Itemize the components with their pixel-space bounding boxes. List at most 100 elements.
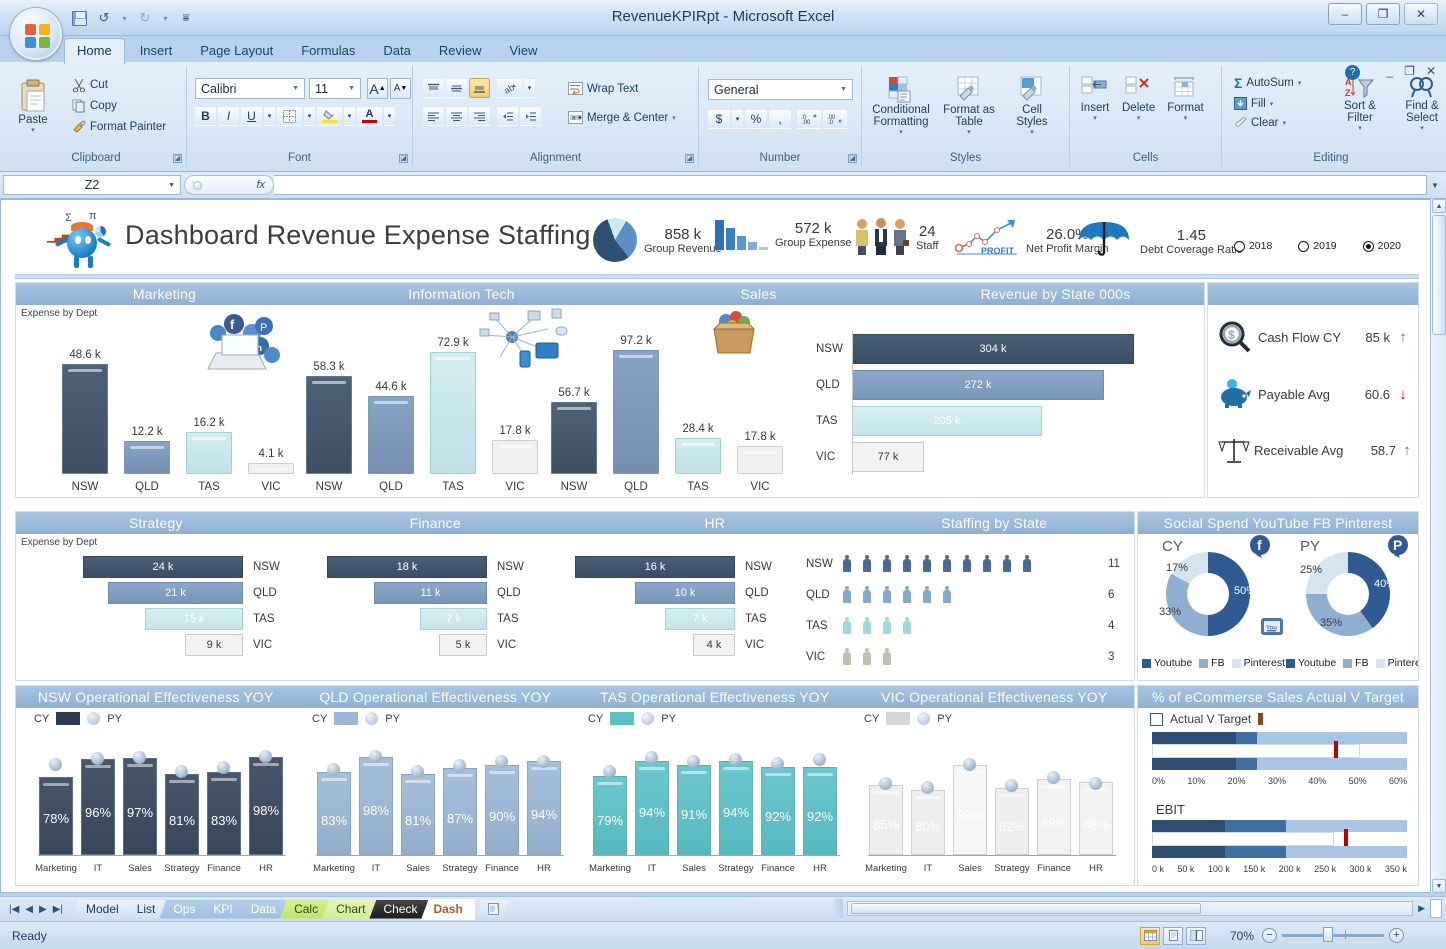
sheet-tab-dash[interactable]: Dash <box>421 898 475 920</box>
insert-function-button[interactable]: fx <box>184 175 274 195</box>
wrap-text-button[interactable]: Wrap Text <box>568 82 638 95</box>
page-layout-view-button[interactable] <box>1163 926 1183 945</box>
alignment-dialog-launcher[interactable]: ◪ <box>685 154 694 163</box>
normal-view-button[interactable] <box>1140 926 1160 945</box>
cf-dropdown-icon[interactable]: ▾ <box>899 128 903 136</box>
page-break-preview-button[interactable] <box>1186 926 1206 945</box>
borders-button[interactable] <box>277 106 302 126</box>
align-left-button[interactable] <box>423 106 444 126</box>
cut-button[interactable]: Cut <box>72 78 166 92</box>
sheet-tab-kpi[interactable]: KPI <box>199 900 243 919</box>
orientation-button[interactable]: ab <box>497 78 522 98</box>
zoom-knob[interactable] <box>1322 927 1333 942</box>
zoom-slider[interactable]: − + <box>1262 927 1404 943</box>
font-color-button[interactable]: A <box>357 106 382 126</box>
redo-dropdown-icon[interactable]: ▾ <box>159 8 172 28</box>
format-painter-button[interactable]: Format Painter <box>72 120 166 134</box>
font-dialog-launcher[interactable]: ◪ <box>399 154 408 163</box>
format-as-table-button[interactable]: Format as Table ▾ <box>938 76 1000 136</box>
shrink-font-button[interactable]: A ▼ <box>390 78 411 99</box>
legend-checkbox-icon[interactable] <box>1150 712 1163 726</box>
clipboard-dialog-launcher[interactable]: ◪ <box>173 154 182 163</box>
font-family-select[interactable]: Calibri ▼ <box>195 78 305 99</box>
sort-filter-button[interactable]: AZ Sort & Filter ▾ <box>1336 76 1384 132</box>
decrease-indent-button[interactable] <box>497 106 518 126</box>
align-top-button[interactable] <box>423 78 444 98</box>
underline-button[interactable]: U <box>241 106 262 126</box>
increase-decimal-button[interactable]: .0.00 <box>797 109 821 129</box>
merge-center-button[interactable]: a Merge & Center ▾ <box>568 111 676 124</box>
merge-center-dropdown-icon[interactable]: ▾ <box>672 114 676 122</box>
restore-button[interactable]: ❐ <box>1366 3 1400 25</box>
orientation-dropdown-icon[interactable]: ▾ <box>524 78 535 98</box>
autosum-dropdown-icon[interactable]: ▾ <box>1298 79 1302 87</box>
align-middle-button[interactable] <box>446 78 467 98</box>
fat-dropdown-icon[interactable]: ▾ <box>967 128 971 136</box>
undo-icon[interactable]: ↺ <box>93 8 115 28</box>
tab-insert[interactable]: Insert <box>127 39 186 63</box>
paste-button[interactable]: Paste ▾ <box>16 78 50 134</box>
customize-qat-icon[interactable]: ⩸ <box>175 8 197 28</box>
office-button[interactable] <box>10 8 62 60</box>
format-cells-button[interactable]: Format ▾ <box>1167 76 1204 122</box>
copy-button[interactable]: Copy <box>72 99 166 113</box>
radio-2018[interactable]: 2018 <box>1233 240 1272 252</box>
italic-button[interactable]: I <box>218 106 239 126</box>
number-format-select[interactable]: General ▼ <box>708 79 853 100</box>
fill-color-button[interactable] <box>317 106 342 126</box>
grow-font-button[interactable]: A ▲ <box>367 78 388 99</box>
formula-input[interactable] <box>274 175 1427 195</box>
insert-worksheet-button[interactable] <box>475 900 510 919</box>
sheet-tab-data[interactable]: Data <box>237 900 287 919</box>
vertical-scroll-thumb[interactable] <box>1432 215 1446 335</box>
conditional-formatting-button[interactable]: Conditional Formatting ▾ <box>870 76 932 136</box>
horizontal-scroll-thumb[interactable] <box>851 903 1201 914</box>
name-box[interactable]: Z2 ▼ <box>3 175 181 195</box>
find-select-button[interactable]: Find & Select ▾ <box>1398 76 1446 132</box>
align-right-button[interactable] <box>469 106 490 126</box>
tab-split-handle[interactable] <box>834 899 843 918</box>
font-color-dropdown-icon[interactable]: ▾ <box>384 106 395 126</box>
sheet-tab-chart[interactable]: Chart <box>322 900 376 919</box>
close-button[interactable]: ✕ <box>1404 3 1438 25</box>
tab-view[interactable]: View <box>497 39 551 63</box>
tab-page-layout[interactable]: Page Layout <box>187 39 286 63</box>
save-icon[interactable] <box>68 8 90 28</box>
tab-review[interactable]: Review <box>426 39 495 63</box>
next-sheet-icon[interactable]: ▶ <box>39 904 47 915</box>
borders-dropdown-icon[interactable]: ▾ <box>304 106 315 126</box>
number-dialog-launcher[interactable]: ◪ <box>848 154 857 163</box>
fill-button[interactable]: Fill ▾ <box>1234 97 1301 110</box>
delete-dropdown-icon[interactable]: ▾ <box>1137 114 1141 122</box>
font-size-select[interactable]: 11 ▼ <box>309 78 361 99</box>
tab-data[interactable]: Data <box>370 39 423 63</box>
undo-dropdown-icon[interactable]: ▾ <box>118 8 131 28</box>
tab-home[interactable]: Home <box>64 38 125 64</box>
autosum-button[interactable]: Σ AutoSum ▾ <box>1234 75 1301 91</box>
increase-indent-button[interactable] <box>520 106 541 126</box>
sheet-tab-check[interactable]: Check <box>369 900 428 919</box>
radio-2020[interactable]: 2020 <box>1362 240 1401 252</box>
prev-sheet-icon[interactable]: ◀ <box>25 904 33 915</box>
format-dropdown-icon[interactable]: ▾ <box>1184 114 1188 122</box>
tab-formulas[interactable]: Formulas <box>288 39 368 63</box>
first-sheet-icon[interactable]: |◀ <box>9 904 19 915</box>
minimize-button[interactable]: – <box>1328 3 1362 25</box>
sheet-tab-list[interactable]: List <box>123 900 167 919</box>
align-center-button[interactable] <box>446 106 467 126</box>
scroll-down-arrow-icon[interactable]: ▼ <box>1432 879 1446 893</box>
scroll-right-arrow-icon[interactable]: ▶ <box>1413 903 1430 914</box>
sheet-tab-ops[interactable]: Ops <box>159 900 206 919</box>
fill-color-dropdown-icon[interactable]: ▾ <box>344 106 355 126</box>
percent-button[interactable]: % <box>745 109 767 129</box>
bold-button[interactable]: B <box>195 106 216 126</box>
cell-styles-button[interactable]: Cell Styles ▾ <box>1006 76 1058 136</box>
currency-button[interactable]: $ <box>708 109 730 129</box>
align-bottom-button[interactable] <box>469 78 490 98</box>
last-sheet-icon[interactable]: ▶| <box>53 904 63 915</box>
zoom-in-button[interactable]: + <box>1389 928 1404 943</box>
redo-icon[interactable]: ↻ <box>134 8 156 28</box>
scroll-up-arrow-icon[interactable]: ▲ <box>1432 199 1446 213</box>
decrease-decimal-button[interactable]: .00.0 <box>823 109 847 129</box>
zoom-out-button[interactable]: − <box>1262 928 1277 943</box>
